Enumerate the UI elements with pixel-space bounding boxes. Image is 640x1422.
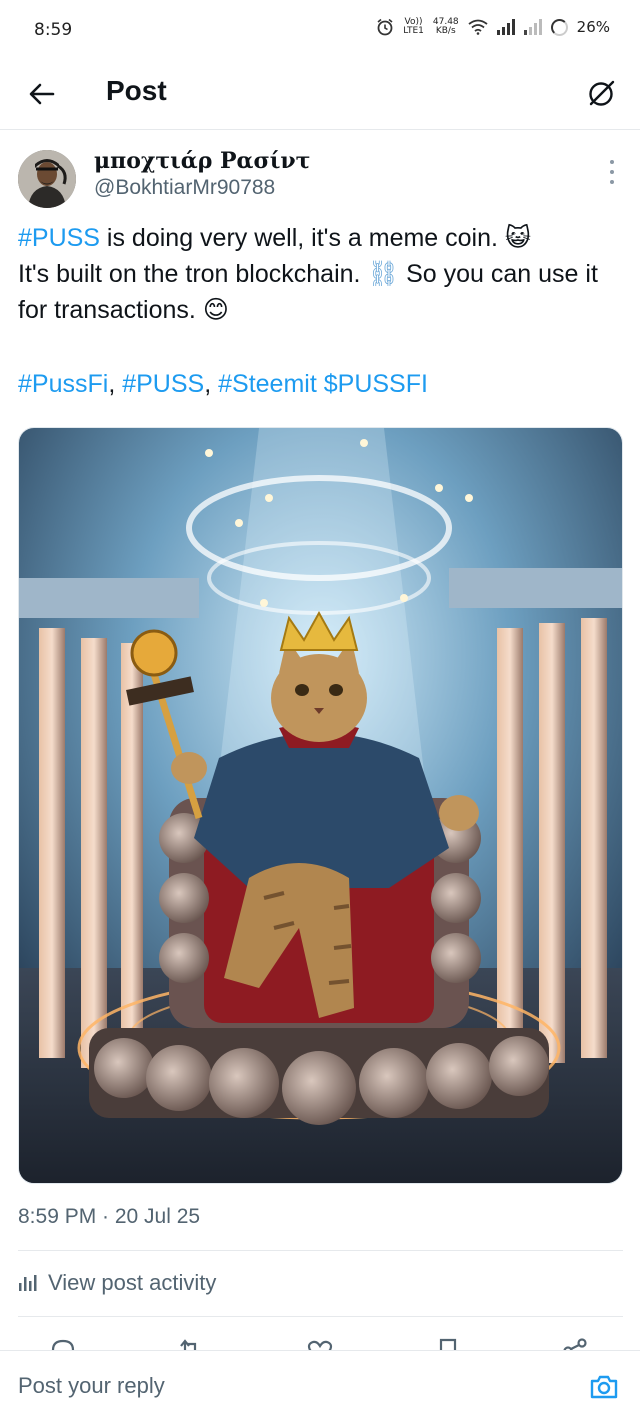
alarm-icon — [377, 18, 393, 36]
separator: , — [108, 370, 123, 398]
repost-icon[interactable] — [175, 1336, 205, 1350]
status-time: 8:59 — [34, 20, 73, 40]
grok-icon — [589, 80, 615, 106]
page-title: Post — [106, 75, 167, 106]
network-speed: 47.48 KB/s — [433, 18, 459, 36]
separator — [317, 370, 324, 398]
separator: , — [204, 370, 219, 398]
reply-bar — [0, 1350, 640, 1422]
cat-king-illustration — [19, 428, 622, 1183]
volte-bottom: LTE1 — [403, 26, 424, 36]
back-button[interactable] — [22, 74, 62, 114]
analytics-icon — [19, 1275, 37, 1291]
author-handle[interactable]: @BokhtiarMr90788 — [94, 176, 275, 200]
app-header: Post — [0, 60, 640, 130]
status-icons: Vo)) LTE1 47.48 KB/s 26% — [376, 18, 610, 36]
more-dot — [610, 170, 614, 174]
signal-icon — [496, 19, 515, 35]
divider — [18, 1250, 623, 1251]
reply-input[interactable] — [18, 1373, 538, 1399]
more-options-button[interactable] — [606, 160, 618, 184]
chain-emoji: ⛓ — [367, 260, 400, 288]
more-dot — [610, 180, 614, 184]
smile-emoji: 😊 — [202, 296, 229, 324]
arrow-left-icon — [29, 83, 55, 105]
divider — [18, 1316, 623, 1317]
post-image[interactable] — [18, 427, 623, 1184]
post-actions — [0, 1328, 640, 1350]
post-body: #PUSS is doing very well, it's a meme co… — [18, 220, 623, 328]
reply-icon[interactable] — [48, 1336, 78, 1350]
activity-label: View post activity — [48, 1270, 217, 1295]
share-icon[interactable] — [560, 1336, 590, 1350]
camera-icon[interactable] — [588, 1371, 620, 1403]
hashtag-link[interactable]: #PUSS — [122, 370, 204, 398]
hashtag-link[interactable]: #PussFi — [18, 370, 108, 398]
author-name[interactable]: μποχτιάρ Ρασίντ — [94, 148, 310, 174]
cat-emoji: 😺 — [504, 224, 531, 252]
volte-indicator: Vo)) LTE1 — [403, 18, 424, 36]
hashtag-link[interactable]: #PUSS — [18, 224, 100, 252]
cashtag-link[interactable]: $PUSSFI — [324, 370, 428, 398]
speed-unit: KB/s — [435, 26, 456, 36]
post-text-line: It's built on the tron blockchain. — [18, 260, 368, 288]
post-timestamp: 8:59 PM · 20 Jul 25 — [18, 1205, 201, 1228]
battery-icon — [550, 18, 568, 36]
signal-2-icon — [523, 19, 542, 35]
post-hashtags: #PussFi, #PUSS, #Steemit $PUSSFI — [18, 366, 428, 402]
grok-button[interactable] — [582, 73, 622, 113]
hashtag-link[interactable]: #Steemit — [218, 370, 317, 398]
like-icon[interactable] — [305, 1336, 335, 1350]
post-text-line: is doing very well, it's a meme coin. — [99, 224, 505, 252]
bookmark-icon[interactable] — [433, 1336, 463, 1350]
avatar[interactable] — [18, 150, 76, 208]
more-dot — [610, 160, 614, 164]
view-post-activity[interactable]: View post activity — [18, 1270, 216, 1296]
wifi-icon — [468, 19, 488, 35]
avatar-image — [18, 150, 76, 208]
battery-level: 26% — [576, 18, 610, 36]
status-bar: 8:59 Vo)) LTE1 47.48 KB/s 26% — [0, 0, 640, 60]
